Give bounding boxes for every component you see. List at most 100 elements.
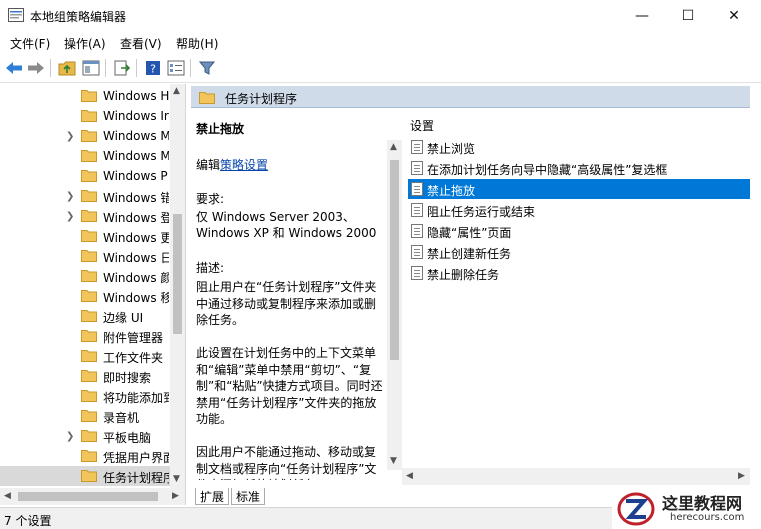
extended-description: 禁止拖放 编辑策略设置 要求: 仅 Windows Server 2003、 W… <box>191 108 387 480</box>
settings-horizontal-scrollbar[interactable]: ◀ ▶ <box>402 468 750 485</box>
description-line: 因此用户不能通过拖动、移动或复 <box>196 445 377 459</box>
setting-label: 在添加计划任务向导中隐藏“高级属性”复选框 <box>427 163 668 177</box>
scroll-down-arrow-icon[interactable]: ▼ <box>390 456 397 466</box>
requirements-line: 仅 Windows Server 2003、 <box>196 210 355 224</box>
scroll-up-arrow-icon[interactable]: ▲ <box>390 142 397 152</box>
setting-label: 隐藏“属性”页面 <box>427 226 512 240</box>
setting-item[interactable]: 隐藏“属性”页面 <box>408 221 750 241</box>
setting-item[interactable]: 在添加计划任务向导中隐藏“高级属性”复选框 <box>408 158 750 178</box>
setting-item[interactable]: 禁止创建新任务 <box>408 242 750 262</box>
help-button[interactable]: ? <box>143 58 163 78</box>
description-scroll-thumb[interactable] <box>390 160 399 360</box>
tab-extended[interactable]: 扩展 <box>195 488 230 505</box>
description-scrollbar[interactable]: ▲ ▼ <box>387 140 402 470</box>
scroll-down-arrow-icon[interactable]: ▼ <box>173 474 180 484</box>
folder-icon <box>81 290 97 302</box>
tree-item[interactable]: ❯ Windows 登 <box>0 206 170 226</box>
menu-file[interactable]: 文件(F) <box>10 35 50 52</box>
menu-view[interactable]: 查看(V) <box>120 35 162 52</box>
export-icon <box>114 60 131 76</box>
tree-item[interactable]: Windows H <box>0 86 170 106</box>
tree-hscroll-thumb[interactable] <box>18 492 158 501</box>
tree-item-label: Windows H <box>103 89 169 103</box>
setting-item[interactable]: 禁止拖放 <box>408 179 750 199</box>
back-arrow-icon <box>6 62 22 74</box>
close-button[interactable]: ✕ <box>711 0 757 31</box>
edit-prefix: 编辑 <box>196 158 221 172</box>
tree-item[interactable]: Windows 更 <box>0 226 170 246</box>
tree-item[interactable]: 边缘 UI <box>0 306 170 326</box>
setting-item[interactable]: 禁止浏览 <box>408 137 750 157</box>
menu-action[interactable]: 操作(A) <box>64 35 106 52</box>
status-text: 7 个设置 <box>4 514 52 528</box>
tab-standard[interactable]: 标准 <box>231 488 266 505</box>
forward-button[interactable] <box>26 58 46 78</box>
tree-item[interactable]: 任务计划程序 <box>0 466 170 486</box>
policy-setting-icon <box>411 182 423 196</box>
tree-item[interactable]: Windows M <box>0 146 170 166</box>
toolbar-separator <box>105 59 106 77</box>
scroll-right-arrow-icon[interactable]: ▶ <box>172 491 179 501</box>
tree-item[interactable]: ❯ Windows M <box>0 126 170 146</box>
chevron-right-icon[interactable]: ❯ <box>66 191 74 202</box>
details-header: 任务计划程序 <box>191 86 750 108</box>
tree-item-label: Windows 更 <box>103 231 169 245</box>
setting-label: 禁止拖放 <box>427 184 476 198</box>
tree-vertical-scrollbar[interactable]: ▲ ▼ <box>170 84 185 488</box>
scroll-left-arrow-icon[interactable]: ◀ <box>4 491 11 501</box>
folder-icon <box>81 190 97 202</box>
policy-setting-icon <box>411 140 423 154</box>
folder-icon <box>81 210 97 222</box>
setting-item[interactable]: 阻止任务运行或结束 <box>408 200 750 220</box>
filter-button[interactable] <box>197 58 217 78</box>
setting-item[interactable]: 禁止删除任务 <box>408 263 750 283</box>
show-hide-tree-button[interactable] <box>81 58 101 78</box>
settings-column-header[interactable]: 设置 <box>410 117 434 134</box>
description-label: 描述: <box>196 261 225 275</box>
setting-label: 禁止浏览 <box>427 142 476 156</box>
description-line: 件夹添加新的计划任务 <box>196 476 316 480</box>
toolbar-separator <box>50 59 51 77</box>
scroll-right-arrow-icon[interactable]: ▶ <box>738 471 745 481</box>
watermark: 这里教程网 herecours.com <box>612 487 761 529</box>
tree-item-label: 凭据用户界面 <box>103 451 169 465</box>
console-tree[interactable]: Windows H Windows Ir ❯ Windows M Windows M Wi… <box>0 84 186 488</box>
folder-icon <box>81 310 97 322</box>
minimize-button[interactable]: — <box>619 0 665 31</box>
folder-icon <box>81 90 97 102</box>
edit-policy-link[interactable]: 策略设置 <box>220 158 268 172</box>
maximize-button[interactable]: ☐ <box>665 0 711 31</box>
tree-item[interactable]: Windows 移 <box>0 286 170 306</box>
menu-help[interactable]: 帮助(H) <box>176 35 218 52</box>
export-list-button[interactable] <box>112 58 132 78</box>
tree-item[interactable]: ❯ Windows 错 <box>0 186 170 206</box>
up-folder-button[interactable] <box>57 58 77 78</box>
chevron-right-icon[interactable]: ❯ <box>66 131 74 142</box>
tree-item[interactable]: Windows P <box>0 166 170 186</box>
tree-item[interactable]: 附件管理器 <box>0 326 170 346</box>
tree-item-label: Windows P <box>103 169 168 183</box>
tree-item[interactable]: 录音机 <box>0 406 170 426</box>
scroll-up-arrow-icon[interactable]: ▲ <box>173 86 180 96</box>
tree-item[interactable]: 即时搜索 <box>0 366 170 386</box>
tree-item[interactable]: ❯ 平板电脑 <box>0 426 170 446</box>
scroll-left-arrow-icon[interactable]: ◀ <box>406 471 413 481</box>
back-button[interactable] <box>4 58 24 78</box>
console-tree-icon <box>82 60 100 76</box>
tree-item[interactable]: Windows 日 <box>0 246 170 266</box>
tree-item[interactable]: 将功能添加到 <box>0 386 170 406</box>
tree-scroll-thumb[interactable] <box>173 214 182 334</box>
tree-item[interactable]: 凭据用户界面 <box>0 446 170 466</box>
tree-item-label: Windows M <box>103 129 169 143</box>
tree-item-label: 工作文件夹 <box>103 351 164 365</box>
tree-horizontal-scrollbar[interactable]: ◀ ▶ <box>0 488 186 505</box>
settings-list[interactable]: 设置 禁止浏览在添加计划任务向导中隐藏“高级属性”复选框 禁止拖放阻止任务运行或结… <box>402 108 750 468</box>
chevron-right-icon[interactable]: ❯ <box>66 211 74 222</box>
properties-button[interactable] <box>166 58 186 78</box>
filter-icon <box>199 61 215 75</box>
tree-item[interactable]: Windows Ir <box>0 106 170 126</box>
chevron-right-icon[interactable]: ❯ <box>66 431 74 442</box>
tree-item[interactable]: 工作文件夹 <box>0 346 170 366</box>
tree-item[interactable]: Windows 颜 <box>0 266 170 286</box>
tree-item-label: Windows M <box>103 149 169 163</box>
